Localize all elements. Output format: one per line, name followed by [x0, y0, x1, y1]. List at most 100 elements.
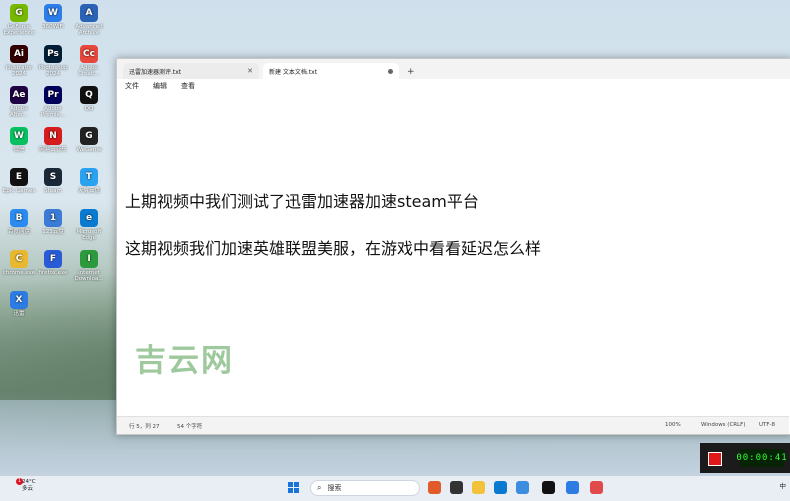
desktop-icon-label: Advanced Archive: [75, 24, 103, 36]
tab-bar: 迅雷加速器测评.txt ✕ 新建 文本文档.txt +: [117, 59, 790, 79]
desktop-icon[interactable]: Pr Adobe Premie...: [36, 86, 70, 118]
app-icon: G: [80, 127, 98, 145]
text-editor[interactable]: 上期视频中我们测试了迅雷加速器加速steam平台 这期视频我们加速英雄联盟美服，…: [117, 95, 789, 415]
desktop-icon-label: 天翼云盘: [77, 188, 100, 194]
desktop-icon[interactable]: Cchrome.exe: [2, 250, 36, 276]
zoom-level: 100%: [665, 422, 681, 428]
desktop-icon-label: Epic Games: [2, 188, 36, 194]
task-view-icon[interactable]: [450, 481, 463, 494]
desktop-icon[interactable]: G WeGame: [72, 127, 106, 153]
tab-file-2[interactable]: 新建 文本文档.txt: [263, 63, 399, 79]
menu-edit[interactable]: 编辑: [153, 81, 167, 91]
desktop-icon[interactable]: 1 123云盘: [36, 209, 70, 235]
menu-view[interactable]: 查看: [181, 81, 195, 91]
desktop-icon-label: WeGame: [76, 147, 102, 153]
desktop-icon[interactable]: Ffirefox.exe: [36, 250, 70, 276]
desktop-icon-label: 123云盘: [42, 229, 64, 235]
desktop-icon-label: GeForce Experience: [3, 24, 35, 36]
app-icon: 1: [44, 209, 62, 227]
app-icon: N: [44, 127, 62, 145]
store-icon[interactable]: [516, 481, 529, 494]
app-icon: Q: [80, 86, 98, 104]
taskbar: 1 24°C 多云 ⌕ 搜索 中: [0, 475, 790, 501]
desktop-icon-label: 微信: [13, 147, 25, 153]
recorder-app-icon[interactable]: [590, 481, 603, 494]
desktop-icon-label: firefox.exe: [38, 270, 68, 276]
app-icon: e: [80, 209, 98, 227]
text-line-1: 上期视频中我们测试了迅雷加速器加速steam平台: [125, 192, 479, 211]
app-icon: Ae: [10, 86, 28, 104]
desktop-icon[interactable]: W 360WiFi: [36, 4, 70, 30]
desktop-icon-label: 百度网盘: [7, 229, 30, 235]
menu-bar: 文件 编辑 查看: [117, 79, 790, 93]
desktop-icon-label: Adobe Creati...: [78, 65, 100, 77]
app-icon: W: [10, 127, 28, 145]
unsaved-dot-icon[interactable]: [388, 68, 393, 74]
edge-icon[interactable]: [494, 481, 507, 494]
desktop-icon-label: Internet Downloa...: [74, 270, 104, 282]
app-icon: T: [80, 168, 98, 186]
desktop-icon[interactable]: B 百度网盘: [2, 209, 36, 235]
desktop-icon-label: Illustrator 2024: [5, 65, 33, 77]
close-icon[interactable]: ✕: [247, 67, 253, 75]
menu-file[interactable]: 文件: [125, 81, 139, 91]
desktop-icon[interactable]: G GeForce Experience: [2, 4, 36, 36]
search-icon: ⌕: [317, 483, 322, 492]
app-icon: A: [80, 4, 98, 22]
char-count: 54 个字符: [177, 424, 203, 430]
app-icon: W: [44, 4, 62, 22]
desktop-icon-label: Adobe After...: [10, 106, 28, 118]
search-box[interactable]: ⌕ 搜索: [310, 480, 420, 496]
taskbar-app-icon[interactable]: [428, 481, 441, 494]
screen-recorder-widget: 00:00:41: [700, 443, 790, 473]
ime-indicator[interactable]: 中: [780, 480, 787, 490]
desktop-icon[interactable]: N 网易云音乐: [36, 127, 70, 153]
desktop-icon[interactable]: A Advanced Archive: [72, 4, 106, 36]
desktop-icon[interactable]: T 天翼云盘: [72, 168, 106, 194]
recording-timer: 00:00:41: [736, 449, 787, 467]
desktop-icon[interactable]: X 迅雷: [2, 291, 36, 317]
start-button[interactable]: [288, 482, 300, 494]
file-explorer-icon[interactable]: [472, 481, 485, 494]
desktop-icon[interactable]: Q QQ: [72, 86, 106, 112]
desktop-icon[interactable]: e Microsoft Edge: [72, 209, 106, 241]
weather-temp: 24°C: [22, 479, 36, 485]
weather-widget[interactable]: 24°C 多云: [22, 479, 36, 493]
app-icon: Pr: [44, 86, 62, 104]
xunlei-icon[interactable]: [566, 481, 579, 494]
app-icon: S: [44, 168, 62, 186]
desktop-icon[interactable]: E Epic Games: [2, 168, 36, 194]
new-tab-button[interactable]: +: [407, 67, 415, 77]
desktop-icon-label: 迅雷: [13, 311, 25, 317]
desktop-icon[interactable]: W 微信: [2, 127, 36, 153]
text-line-2: 这期视频我们加速英雄联盟美服，在游戏中看看延迟怎么样: [125, 239, 542, 258]
desktop-icon-label: chrome.exe: [2, 270, 36, 276]
desktop-icon-label: 网易云音乐: [39, 147, 67, 153]
app-icon: Ai: [10, 45, 28, 63]
tab-file-1[interactable]: 迅雷加速器测评.txt ✕: [123, 63, 259, 79]
desktop-icon-label: Steam: [44, 188, 62, 194]
app-icon: I: [80, 250, 98, 268]
desktop-icon[interactable]: Ps Photoshop 2024: [36, 45, 70, 77]
desktop-icon-label: Adobe Premie...: [40, 106, 66, 118]
desktop-icon[interactable]: S Steam: [36, 168, 70, 194]
record-stop-button[interactable]: [708, 452, 722, 466]
app-icon: B: [10, 209, 28, 227]
desktop-icon[interactable]: I Internet Downloa...: [72, 250, 106, 282]
cursor-position: 行 5，列 27: [129, 424, 160, 430]
app-icon: Ps: [44, 45, 62, 63]
watermark: 吉云网: [135, 343, 234, 379]
desktop-icon[interactable]: Cc Adobe Creati...: [72, 45, 106, 77]
desktop-icon-label: QQ: [84, 106, 94, 112]
desktop-icon[interactable]: Ae Adobe After...: [2, 86, 36, 118]
app-icon: G: [10, 4, 28, 22]
app-icon: Cc: [80, 45, 98, 63]
app-icon: C: [10, 250, 28, 268]
weather-desc: 多云: [22, 486, 34, 492]
terminal-icon[interactable]: [542, 481, 555, 494]
status-bar: 行 5，列 27 54 个字符 100% Windows (CRLF) UTF-…: [117, 416, 789, 434]
desktop-icon-label: Microsoft Edge: [76, 229, 102, 241]
desktop-icon[interactable]: Ai Illustrator 2024: [2, 45, 36, 77]
desktop-icon-label: 360WiFi: [42, 24, 64, 30]
app-icon: E: [10, 168, 28, 186]
